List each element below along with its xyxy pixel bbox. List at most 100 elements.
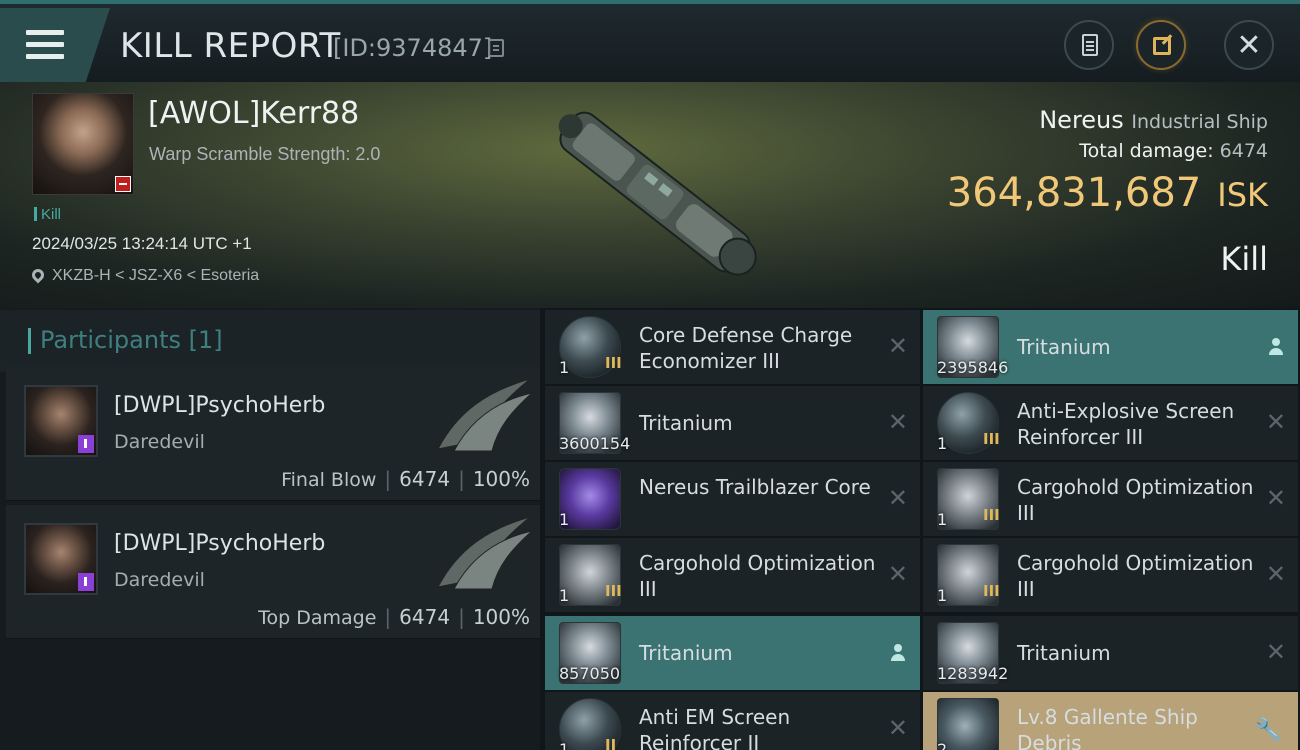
item-destroyed[interactable]: 1 III Cargohold Optimization III ✕ (545, 538, 920, 612)
total-damage-label: Total damage: (1079, 140, 1214, 162)
item-name: Tritanium (1017, 641, 1111, 665)
participant-damage: 6474 (399, 467, 451, 491)
copy-icon[interactable] (488, 39, 504, 57)
participant-avatar[interactable] (24, 385, 98, 457)
participants-panel: Participants [1] [DWPL]PsychoHerb Darede… (0, 308, 540, 750)
item-name: Cargohold Optimization III (1017, 551, 1254, 601)
item-tier: III (983, 506, 1000, 524)
item-quantity: 3600154 (559, 434, 631, 453)
participant-damage: 6474 (399, 605, 451, 629)
item-tier: III (605, 354, 622, 372)
item-dropped[interactable]: 2395846 Tritanium (923, 310, 1298, 384)
report-id: [ID:9374847] (333, 34, 493, 62)
destroyed-x-icon: ✕ (1265, 560, 1286, 588)
clipboard-button[interactable] (1064, 20, 1114, 70)
kill-result: Kill (1220, 240, 1268, 278)
clipboard-icon (1082, 34, 1098, 56)
item-quantity: 2 (937, 740, 948, 750)
isk-unit: ISK (1217, 176, 1268, 214)
participant-card[interactable]: [DWPL]PsychoHerb Daredevil Final Blow | 64… (6, 367, 540, 501)
participant-name[interactable]: [DWPL]PsychoHerb (114, 393, 325, 418)
destroyed-x-icon: ✕ (887, 484, 908, 512)
participant-ship-image (437, 378, 534, 452)
destroyed-x-icon: ✕ (887, 408, 908, 436)
item-name: Cargohold Optimization III (639, 551, 876, 601)
destroyed-x-icon: ✕ (887, 332, 908, 360)
participant-card[interactable]: [DWPL]PsychoHerb Daredevil Top Damage | 64… (6, 505, 540, 639)
participant-percent: 100% (472, 467, 530, 491)
location-pin-icon (29, 266, 47, 284)
item-name: Core Defense Charge Economizer III (639, 323, 853, 373)
item-name: Nereus Trailblazer Core (639, 475, 871, 499)
item-quantity: 857050 (559, 664, 621, 683)
participants-label: Participants [1] (40, 326, 223, 354)
share-icon (1153, 37, 1171, 55)
item-name: Cargohold Optimization III (1017, 475, 1254, 525)
item-name: Tritanium (639, 411, 733, 435)
section-accent-bar (28, 328, 31, 354)
ship-line: Nereus Industrial Ship (1039, 106, 1268, 134)
hostile-status-icon (115, 176, 131, 192)
participant-ship: Daredevil (114, 431, 205, 453)
close-icon: ✕ (1236, 28, 1262, 63)
item-quantity: 1 (937, 510, 948, 529)
kill-location[interactable]: XKZB-H < JSZ-X6 < Esoteria (29, 266, 260, 285)
participant-ship: Daredevil (114, 569, 205, 591)
item-name: Anti EM Screen Reinforcer II (639, 705, 791, 750)
hamburger-icon (26, 30, 64, 66)
share-button[interactable] (1136, 20, 1186, 70)
item-quantity: 1 (559, 740, 570, 750)
item-destroyed[interactable]: 1 II Anti EM Screen Reinforcer II ✕ (545, 692, 920, 750)
looter-person-icon (890, 644, 906, 662)
close-button[interactable]: ✕ (1224, 20, 1274, 70)
item-name: Tritanium (639, 641, 733, 665)
victim-ship-image (558, 111, 757, 276)
item-quantity: 1 (937, 586, 948, 605)
victim-name[interactable]: [AWOL]Kerr88 (148, 96, 359, 131)
ship-name[interactable]: Nereus (1039, 106, 1124, 134)
total-damage-value: 6474 (1219, 140, 1268, 162)
destroyed-x-icon: ✕ (1265, 638, 1286, 666)
participant-percent: 100% (472, 605, 530, 629)
item-destroyed[interactable]: 1 Nereus Trailblazer Core ✕ (545, 462, 920, 536)
destroyed-x-icon: ✕ (887, 714, 908, 742)
isk-amount: 364,831,687 (946, 170, 1202, 216)
item-quantity: 1 (559, 358, 570, 377)
location-text: XKZB-H < JSZ-X6 < Esoteria (52, 267, 260, 284)
participants-title: Participants (40, 326, 181, 354)
item-name: Tritanium (1017, 335, 1111, 359)
item-destroyed[interactable]: 1 III Anti-Explosive Screen Reinforcer I… (923, 386, 1298, 460)
participant-role: Final Blow (281, 469, 377, 491)
items-grid: 1 III Core Defense Charge Economizer III… (545, 310, 1300, 750)
menu-button[interactable] (0, 8, 110, 82)
participant-stats: Final Blow | 6474 | 100% (281, 467, 530, 491)
participant-ship-image (437, 516, 534, 590)
participants-count: [1] (188, 326, 223, 354)
item-destroyed[interactable]: 1 III Cargohold Optimization III ✕ (923, 462, 1298, 536)
info-badge-icon (78, 573, 94, 591)
participants-header: Participants [1] (0, 310, 540, 372)
item-salvage[interactable]: 2 Lv.8 Gallente Ship Debris 🔧 (923, 692, 1298, 750)
participant-name[interactable]: [DWPL]PsychoHerb (114, 531, 325, 556)
victim-panel: [AWOL]Kerr88 Warp Scramble Strength: 2.0… (0, 82, 1300, 308)
item-tier: III (983, 582, 1000, 600)
item-destroyed[interactable]: 1283942 Tritanium ✕ (923, 616, 1298, 690)
item-destroyed[interactable]: 1 III Core Defense Charge Economizer III… (545, 310, 920, 384)
item-quantity: 1283942 (937, 664, 1009, 683)
wrench-icon: 🔧 (1254, 718, 1282, 743)
page-title: KILL REPORT (120, 26, 341, 66)
item-destroyed[interactable]: 3600154 Tritanium ✕ (545, 386, 920, 460)
destroyed-x-icon: ✕ (1265, 408, 1286, 436)
item-quantity: 1 (559, 510, 570, 529)
destroyed-x-icon: ✕ (1265, 484, 1286, 512)
item-tier: III (983, 430, 1000, 448)
item-destroyed[interactable]: 1 III Cargohold Optimization III ✕ (923, 538, 1298, 612)
destroyed-x-icon: ✕ (887, 560, 908, 588)
info-badge-icon (78, 435, 94, 453)
participant-avatar[interactable] (24, 523, 98, 595)
item-dropped[interactable]: 857050 Tritanium (545, 616, 920, 690)
item-quantity: 1 (937, 434, 948, 453)
victim-portrait[interactable] (32, 93, 134, 195)
item-tier: II (605, 736, 617, 750)
total-damage: Total damage: 6474 (1079, 140, 1268, 162)
